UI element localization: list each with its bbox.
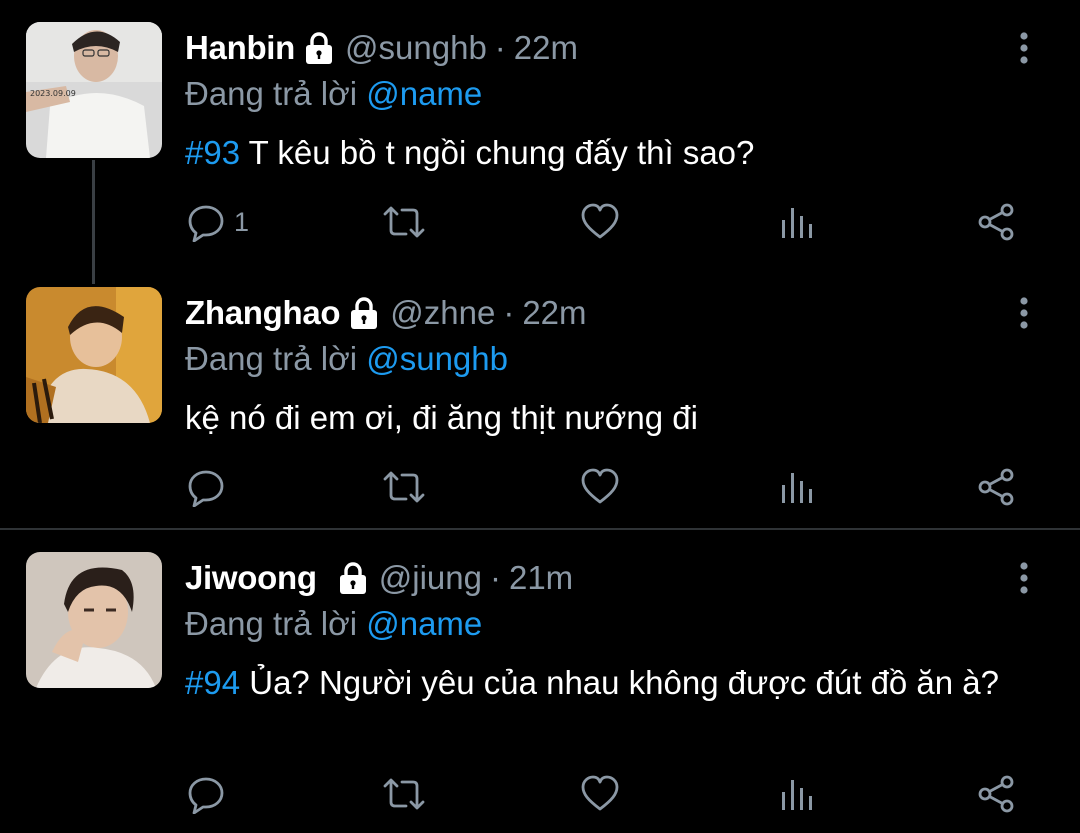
retweet-button[interactable] xyxy=(382,465,426,509)
mention-link[interactable]: @name xyxy=(366,605,482,642)
retweet-icon xyxy=(382,467,426,507)
reply-button[interactable]: 1 xyxy=(186,200,249,244)
tweet-text: #94 Ủa? Người yêu của nhau không được đú… xyxy=(185,662,1045,704)
avatar[interactable]: 2023.09.09 xyxy=(26,22,162,158)
timestamp[interactable]: 22m xyxy=(522,293,586,333)
like-button[interactable] xyxy=(580,772,620,816)
reply-button[interactable] xyxy=(186,465,226,509)
reply-count: 1 xyxy=(234,206,250,237)
avatar-photo xyxy=(26,552,162,688)
lock-icon xyxy=(346,295,382,331)
user-handle[interactable]: @jiung xyxy=(379,558,482,598)
more-options-icon[interactable] xyxy=(1012,30,1036,66)
share-icon xyxy=(976,202,1016,242)
replying-to: Đang trả lời @sunghb xyxy=(185,339,508,379)
mention-link[interactable]: @sunghb xyxy=(366,340,508,377)
tweet-body: Ủa? Người yêu của nhau không được đút đồ… xyxy=(249,664,1000,701)
lock-icon xyxy=(335,560,371,596)
reply-icon xyxy=(186,774,226,814)
tweet-text: kệ nó đi em ơi, đi ăng thịt nướng đi xyxy=(185,397,1045,439)
timestamp[interactable]: 22m xyxy=(514,28,578,68)
views-icon xyxy=(780,774,816,814)
views-button[interactable] xyxy=(780,465,816,509)
like-icon xyxy=(580,202,620,242)
user-handle[interactable]: @sunghb xyxy=(345,28,487,68)
action-bar xyxy=(0,772,1080,816)
reply-icon xyxy=(186,202,226,242)
hashtag-link[interactable]: #93 xyxy=(185,134,240,171)
replying-to: Đang trả lời @name xyxy=(185,604,482,644)
more-options-icon[interactable] xyxy=(1012,295,1036,331)
display-name[interactable]: Jiwoong xyxy=(185,558,317,598)
like-icon xyxy=(580,774,620,814)
reply-icon xyxy=(186,467,226,507)
tweet-text: #93 T kêu bồ t ngồi chung đấy thì sao? xyxy=(185,132,1045,174)
retweet-icon xyxy=(382,202,426,242)
avatar-photo xyxy=(26,287,162,423)
like-icon xyxy=(580,467,620,507)
retweet-button[interactable] xyxy=(382,772,426,816)
tweet-divider xyxy=(0,528,1080,530)
like-button[interactable] xyxy=(580,465,620,509)
separator: · xyxy=(489,559,501,596)
replying-to-label: Đang trả lời xyxy=(185,605,358,642)
action-bar: 1 xyxy=(0,200,1080,244)
share-button[interactable] xyxy=(976,772,1016,816)
replying-to-label: Đang trả lời xyxy=(185,340,358,377)
svg-text:2023.09.09: 2023.09.09 xyxy=(30,89,76,98)
views-button[interactable] xyxy=(780,200,816,244)
replying-to-label: Đang trả lời xyxy=(185,75,358,112)
user-handle[interactable]: @zhne xyxy=(390,293,495,333)
tweet-header: Hanbin @sunghb · 22m xyxy=(185,28,578,68)
timestamp[interactable]: 21m xyxy=(509,558,573,598)
share-button[interactable] xyxy=(976,465,1016,509)
separator: · xyxy=(503,294,515,331)
tweet-header: Zhanghao @zhne · 22m xyxy=(185,293,587,333)
views-icon xyxy=(780,467,816,507)
views-icon xyxy=(780,202,816,242)
tweet-body: T kêu bồ t ngồi chung đấy thì sao? xyxy=(248,134,755,171)
reply-button[interactable] xyxy=(186,772,226,816)
hashtag-link[interactable]: #94 xyxy=(185,664,240,701)
display-name[interactable]: Hanbin xyxy=(185,28,295,68)
lock-icon xyxy=(301,30,337,66)
avatar[interactable] xyxy=(26,287,162,423)
share-icon xyxy=(976,774,1016,814)
avatar-photo: 2023.09.09 xyxy=(26,22,162,158)
share-icon xyxy=(976,467,1016,507)
tweet-body: kệ nó đi em ơi, đi ăng thịt nướng đi xyxy=(185,399,698,436)
views-button[interactable] xyxy=(780,772,816,816)
tweet-header: Jiwoong @jiung · 21m xyxy=(185,558,573,598)
share-button[interactable] xyxy=(976,200,1016,244)
retweet-icon xyxy=(382,774,426,814)
more-options-icon[interactable] xyxy=(1012,560,1036,596)
retweet-button[interactable] xyxy=(382,200,426,244)
separator: · xyxy=(494,29,506,66)
display-name[interactable]: Zhanghao xyxy=(185,293,341,333)
avatar[interactable] xyxy=(26,552,162,688)
mention-link[interactable]: @name xyxy=(366,75,482,112)
action-bar xyxy=(0,465,1080,509)
replying-to: Đang trả lời @name xyxy=(185,74,482,114)
like-button[interactable] xyxy=(580,200,620,244)
